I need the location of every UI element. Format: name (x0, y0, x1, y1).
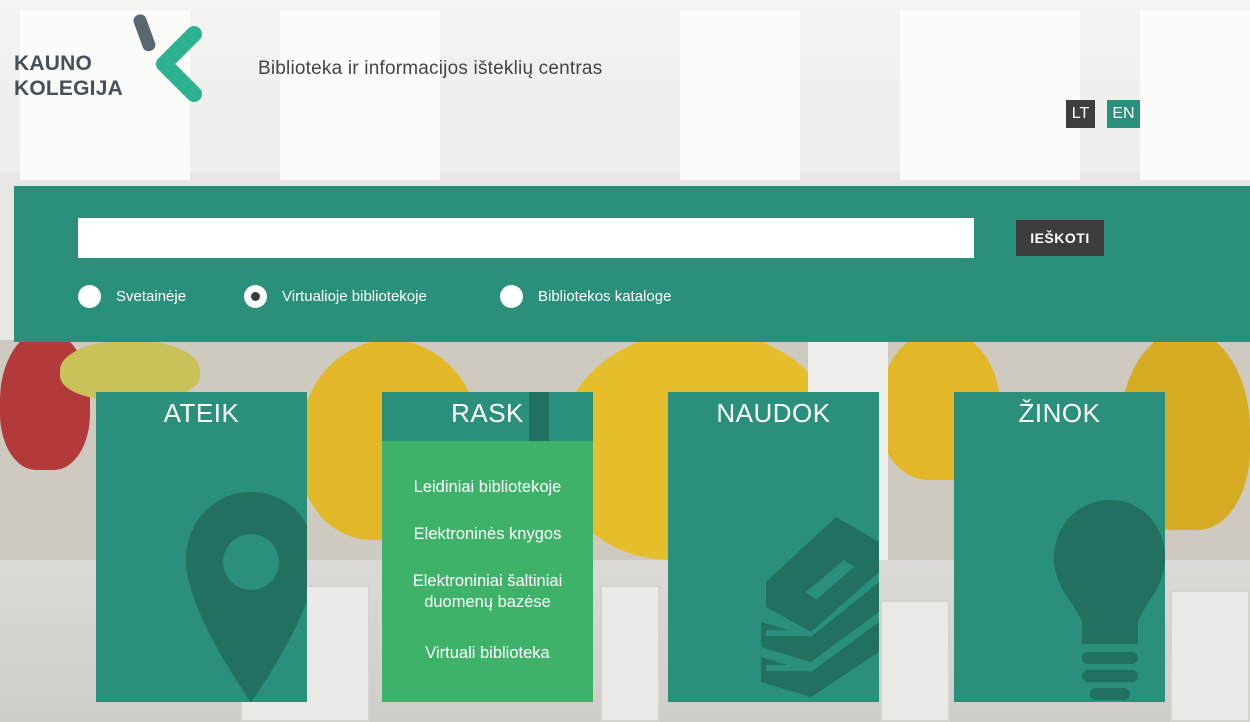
scope-radio-label: Virtualioje bibliotekoje (282, 287, 427, 305)
tile-title: ŽINOK (1018, 398, 1101, 428)
scope-radio-label: Bibliotekos kataloge (538, 287, 672, 305)
light-bulb-icon (1054, 500, 1165, 700)
logo-line2: KOLEGIJA (14, 77, 123, 100)
site-header: KAUNO KOLEGIJA Biblioteka ir informacijo… (0, 0, 1250, 186)
tile-title: RASK (451, 398, 524, 428)
tile-ateik[interactable]: ATEIK (96, 392, 307, 702)
tile-rask[interactable]: RASK Leidiniai bibliotekoje Elektroninės… (382, 392, 593, 702)
rask-menu-item-duomenu-bazes[interactable]: Elektroniniai šaltiniai duomenų bazėse (382, 571, 593, 613)
scope-radio-bibliotekos-kataloge[interactable]: Bibliotekos kataloge (500, 284, 671, 308)
search-input[interactable] (78, 218, 974, 258)
radio-circle-icon[interactable] (78, 284, 101, 308)
rask-menu-item-virtuali-biblioteka[interactable]: Virtuali biblioteka (382, 643, 593, 664)
tile-zinok[interactable]: ŽINOK (954, 392, 1165, 702)
rask-menu-item-elektronines-knygos[interactable]: Elektroninės knygos (382, 524, 593, 545)
logo-k-mark-icon (133, 14, 202, 102)
tile-rask-header: RASK (382, 392, 593, 441)
site-subtitle: Biblioteka ir informacijos išteklių cent… (258, 58, 603, 79)
logo-text: KAUNO KOLEGIJA (14, 51, 123, 101)
scope-radio-virtualioje-bibliotekoje[interactable]: Virtualioje bibliotekoje (244, 284, 427, 308)
tile-naudok[interactable]: NAUDOK (668, 392, 879, 702)
rask-submenu: Leidiniai bibliotekoje Elektroninės knyg… (382, 441, 593, 702)
search-panel: IEŠKOTI Svetainėje Virtualioje bibliotek… (14, 186, 1250, 342)
search-button[interactable]: IEŠKOTI (1016, 220, 1104, 256)
tile-title: NAUDOK (716, 398, 831, 428)
radio-selected-icon[interactable] (244, 284, 267, 308)
radio-circle-icon[interactable] (500, 284, 523, 308)
logo-line1: KAUNO (14, 52, 92, 75)
map-pin-icon (186, 492, 307, 702)
scope-radio-label: Svetainėje (116, 287, 187, 305)
scope-radio-svetaineje[interactable]: Svetainėje (78, 284, 186, 308)
kauno-kolegija-logo[interactable]: KAUNO KOLEGIJA (14, 14, 204, 114)
rask-menu-item-leidiniai[interactable]: Leidiniai bibliotekoje (382, 477, 593, 498)
language-en-button[interactable]: EN (1107, 100, 1140, 128)
book-stack-icon (761, 517, 879, 697)
tile-title: ATEIK (163, 398, 240, 428)
language-lt-button[interactable]: LT (1066, 100, 1095, 128)
